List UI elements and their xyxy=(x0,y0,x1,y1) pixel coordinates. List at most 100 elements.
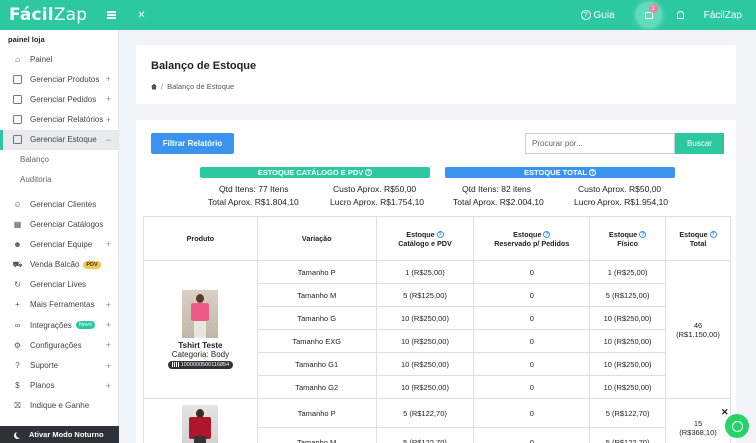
product-image[interactable] xyxy=(182,405,219,443)
home-icon[interactable] xyxy=(151,83,157,90)
cell-reservado: 0 xyxy=(473,427,591,443)
cell-reservado: 0 xyxy=(473,306,591,330)
info-icon[interactable]: ? xyxy=(588,169,596,176)
col-catalogo: Estoque? Catálogo e PDV xyxy=(375,216,475,261)
night-mode-toggle[interactable]: Ativar Modo Noturno xyxy=(0,426,119,443)
catalog-profit: Lucro Aprox. R$1.754,10 xyxy=(330,197,425,207)
info-icon[interactable]: ? xyxy=(709,231,717,239)
col-variacao: Variação xyxy=(256,216,377,261)
sidebar-item-ferramentas[interactable]: + Mais Ferramentas + xyxy=(0,295,119,315)
sidebar-item-label: Planos xyxy=(30,381,55,391)
sidebar-item-label: Gerenciar Estoque xyxy=(30,135,97,145)
cell-reservado: 0 xyxy=(473,283,591,307)
logo[interactable]: FácilZap xyxy=(9,5,87,25)
pdv-badge: PDV xyxy=(83,260,101,269)
gift-icon: ⛝ xyxy=(14,400,21,410)
sidebar-item-venda-balcao[interactable]: ⛟ Venda Balcão PDV xyxy=(0,255,119,275)
cell-variacao: Tamanho M xyxy=(256,283,377,307)
product-cell xyxy=(143,398,258,443)
hamburger-menu-icon[interactable] xyxy=(107,11,117,19)
sidebar-item-label: Configurações xyxy=(30,340,82,350)
sidebar-item-label: Integrações xyxy=(30,320,72,330)
sidebar-item-produtos[interactable]: Gerenciar Produtos + xyxy=(0,69,119,89)
total-qty: 15 xyxy=(693,418,703,428)
total-profit: Lucro Aprox. R$1.954,10 xyxy=(574,197,669,207)
expand-icon: + xyxy=(105,74,111,85)
page-title: Balanço de Estoque xyxy=(151,60,257,72)
info-icon[interactable]: ? xyxy=(639,231,647,239)
sidebar-item-estoque[interactable]: Gerenciar Estoque − xyxy=(0,129,119,151)
cell-fisico: 5 (R$122,70) xyxy=(589,427,667,443)
collapse-icon: − xyxy=(105,134,111,145)
close-icon[interactable]: ✕ xyxy=(721,407,729,418)
cell-catalogo: 10 (R$250,00) xyxy=(375,375,475,399)
cell-reservado: 0 xyxy=(473,375,591,399)
sidebar-item-equipe[interactable]: ☻ Gerenciar Equipe + xyxy=(0,234,119,254)
whatsapp-button[interactable] xyxy=(725,414,749,438)
sidebar-subitem-balanco[interactable]: Balanço xyxy=(0,150,119,170)
search-input[interactable] xyxy=(525,133,675,154)
col-total-label1: Estoque xyxy=(679,229,708,239)
guide-label: Guia xyxy=(593,9,615,21)
sidebar-subitem-auditoria[interactable]: Auditoria xyxy=(0,170,119,190)
cell-fisico: 10 (R$250,00) xyxy=(589,375,667,399)
cell-variacao: Tamanho G xyxy=(256,306,377,330)
total-stock-title: ESTOQUE TOTAL xyxy=(524,168,587,177)
sidebar-item-configuracoes[interactable]: ⚙ Configurações + xyxy=(0,335,119,355)
sidebar-item-suporte[interactable]: ? Suporte + xyxy=(0,355,119,375)
sidebar-item-painel[interactable]: ⌂ Painel xyxy=(0,49,119,69)
home-icon: ⌂ xyxy=(15,54,20,64)
info-icon[interactable]: ? xyxy=(543,231,551,239)
sidebar-item-pedidos[interactable]: Gerenciar Pedidos + xyxy=(0,89,119,109)
product-name[interactable]: Tshirt Teste xyxy=(144,341,257,350)
catalog-stock-title: ESTOQUE CATÁLOGO E PDV xyxy=(257,168,364,177)
cell-catalogo: 10 (R$250,00) xyxy=(375,329,475,353)
guide-link[interactable]: ? Guia xyxy=(580,9,615,21)
breadcrumb: / Balanço de Estoque xyxy=(151,82,234,91)
barcode-icon xyxy=(171,362,179,368)
sidebar-item-integracoes[interactable]: ∞ Integrações Novo + xyxy=(0,315,119,335)
sidebar-item-clientes[interactable]: ☺ Gerenciar Clientes xyxy=(0,194,119,214)
team-icon: ☻ xyxy=(13,239,22,249)
user-menu[interactable]: FácilZap xyxy=(704,10,742,21)
cell-reservado: 0 xyxy=(473,329,591,353)
sidebar-item-indique[interactable]: ⛝ Indique e Ganhe xyxy=(0,396,119,416)
fullscreen-icon[interactable]: ✕ xyxy=(137,10,145,21)
cell-variacao: Tamanho M xyxy=(256,427,377,443)
cell-variacao: Tamanho EXG xyxy=(256,329,377,353)
col-fisico-label2: Físico xyxy=(617,238,638,248)
sidebar-item-relatorios[interactable]: Gerenciar Relatórios + xyxy=(0,110,119,130)
cell-total: 46 (R$1.150,00) xyxy=(665,260,731,399)
col-produto: Produto xyxy=(143,216,258,261)
sidebar-item-label: Gerenciar Lives xyxy=(30,280,87,290)
expand-icon: + xyxy=(105,340,111,351)
info-icon[interactable]: ? xyxy=(436,231,444,239)
product-image[interactable] xyxy=(182,289,219,338)
sidebar-item-planos[interactable]: $ Planos + xyxy=(0,376,119,396)
sidebar-item-catalogos[interactable]: ▦ Gerenciar Catálogos xyxy=(0,214,119,234)
expand-icon: + xyxy=(105,239,111,250)
bell-icon[interactable] xyxy=(676,11,684,19)
col-produto-label: Produto xyxy=(186,234,215,243)
catalog-total: Total Aprox. R$1.804,10 xyxy=(208,197,299,207)
cell-reservado: 0 xyxy=(473,398,591,428)
sidebar-item-lives[interactable]: ↻ Gerenciar Lives xyxy=(0,275,119,295)
total-total: Total Aprox. R$2.004,10 xyxy=(453,197,544,207)
cell-variacao: Tamanho P xyxy=(256,260,377,284)
info-icon[interactable]: ? xyxy=(365,169,373,176)
sidebar-item-label: Venda Balcão xyxy=(30,260,80,270)
cell-variacao: Tamanho P xyxy=(256,398,377,428)
catalog-stock-header: ESTOQUE CATÁLOGO E PDV? xyxy=(200,167,430,178)
gift-button[interactable]: 1 xyxy=(636,3,661,27)
catalog-cost: Custo Aprox. R$50,00 xyxy=(333,184,417,194)
sidebar-item-label: Painel xyxy=(30,54,53,64)
cell-catalogo: 5 (R$122,70) xyxy=(375,398,475,428)
sidebar-item-label: Gerenciar Equipe xyxy=(30,239,93,249)
total-qtd: Qtd Itens: 82 itens xyxy=(462,184,531,194)
cell-fisico: 10 (R$250,00) xyxy=(589,352,667,376)
filter-report-button[interactable]: Filtrar Relatório xyxy=(151,133,234,154)
cell-fisico: 1 (R$25,00) xyxy=(589,260,667,284)
expand-icon: + xyxy=(105,380,111,391)
support-icon: ? xyxy=(15,361,20,371)
search-button[interactable]: Buscar xyxy=(675,133,724,154)
